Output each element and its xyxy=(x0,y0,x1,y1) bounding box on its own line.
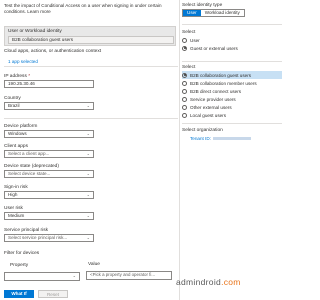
select-organization: Select organization Tenant ID: xyxy=(182,128,282,142)
radio-circle xyxy=(182,72,187,78)
client-apps-placeholder: Select a client app... xyxy=(8,151,50,156)
sp-risk-select[interactable]: Select service principal risk... ⌄ xyxy=(4,234,94,242)
radio-label: User xyxy=(190,37,200,43)
reset-button[interactable]: Reset xyxy=(38,290,68,298)
radio-b2b-direct-connect[interactable]: B2B direct connect users xyxy=(182,87,282,95)
chevron-down-icon: ⌄ xyxy=(86,235,90,240)
filter-value-header: Value xyxy=(88,262,100,267)
organization-label: Select organization xyxy=(182,128,223,133)
radio-circle xyxy=(182,45,187,51)
device-state-placeholder: Select device state... xyxy=(8,171,51,176)
select-user-type: Select User Guest or external users xyxy=(182,30,282,52)
radio-label: Local guest users xyxy=(190,112,227,118)
radio-circle xyxy=(182,96,187,102)
sp-risk-field: Service principal risk Select service pr… xyxy=(4,228,94,242)
divider xyxy=(182,24,282,25)
watermark-text: admindroid xyxy=(176,277,222,287)
identity-label: User or Workload identity xyxy=(8,29,62,34)
divider xyxy=(182,61,282,62)
watermark-logo: admindroid.com xyxy=(176,277,241,287)
filter-property-header: Property xyxy=(10,263,29,268)
watermark-suffix: .com xyxy=(221,277,241,287)
radio-label: B2B collaboration member users xyxy=(190,80,257,86)
tenant-link[interactable]: Tenant ID: xyxy=(190,136,282,142)
country-field: Country Brazil ⌄ xyxy=(4,96,94,110)
radio-b2b-member[interactable]: B2B collaboration member users xyxy=(182,79,282,87)
device-platform-field: Device platform Windows ⌄ xyxy=(4,124,94,138)
user-risk-select[interactable]: Medium ⌄ xyxy=(4,212,94,220)
chevron-down-icon: ⌄ xyxy=(86,131,90,136)
radio-label: Other external users xyxy=(190,104,232,110)
radio-user[interactable]: User xyxy=(182,36,282,44)
country-select[interactable]: Brazil ⌄ xyxy=(4,102,94,110)
cloud-apps-field: Cloud apps, actions, or authentication c… xyxy=(4,49,176,64)
radio-service-provider[interactable]: Service provider users xyxy=(182,95,282,103)
identity-value[interactable]: B2B collaboration guest users xyxy=(8,36,174,44)
pane-divider xyxy=(179,0,180,300)
device-platform-value: Windows xyxy=(8,131,27,136)
redacted-tenant-id xyxy=(212,137,251,141)
toggle-user[interactable]: User xyxy=(183,10,201,16)
radio-other-external[interactable]: Other external users xyxy=(182,103,282,111)
client-apps-field: Client apps Select a client app... ⌄ xyxy=(4,144,94,158)
chevron-down-icon: ⌄ xyxy=(86,151,90,156)
radio-circle xyxy=(182,80,187,86)
filter-value-input[interactable]: <Pick a property and operator fi... xyxy=(86,271,172,280)
radio-label: B2B direct connect users xyxy=(190,88,242,94)
radio-label: B2B collaboration guest users xyxy=(190,72,252,78)
chevron-down-icon: ⌄ xyxy=(86,103,90,108)
client-apps-select[interactable]: Select a client app... ⌄ xyxy=(4,150,94,158)
identity-type-toggle[interactable]: User Workload identity xyxy=(182,9,245,17)
device-state-field: Device state (deprecated) Select device … xyxy=(4,164,94,178)
device-state-select[interactable]: Select device state... ⌄ xyxy=(4,170,94,178)
cloud-apps-link[interactable]: 1 app selected xyxy=(8,59,176,64)
filter-devices-label: Filter for devices xyxy=(4,251,40,256)
ip-label: IP address xyxy=(4,74,27,79)
signin-risk-field: Sign-in risk High ⌄ xyxy=(4,185,94,199)
radio-circle xyxy=(182,88,187,94)
sp-risk-placeholder: Select service principal risk... xyxy=(8,235,68,240)
identity-panel: Select identity type User Workload ident… xyxy=(182,0,282,300)
signin-risk-select[interactable]: High ⌄ xyxy=(4,191,94,199)
select-guest-type: Select B2B collaboration guest users B2B… xyxy=(182,65,282,119)
chevron-down-icon: ⌄ xyxy=(86,213,90,218)
device-platform-select[interactable]: Windows ⌄ xyxy=(4,130,94,138)
chevron-down-icon: ⌄ xyxy=(72,273,76,278)
what-if-form: Test the impact of Conditional Access on… xyxy=(4,0,178,300)
signin-risk-value: High xyxy=(8,192,18,197)
radio-guest-external[interactable]: Guest or external users xyxy=(182,44,282,52)
radio-circle xyxy=(182,104,187,110)
what-if-button[interactable]: What If xyxy=(4,290,34,298)
radio-circle xyxy=(182,112,187,118)
radio-circle xyxy=(182,37,187,43)
cloud-apps-label: Cloud apps, actions, or authentication c… xyxy=(4,49,102,54)
tenant-id-label: Tenant ID: xyxy=(190,136,211,141)
identity-selector[interactable]: User or Workload identity B2B collaborat… xyxy=(4,26,176,46)
chevron-down-icon: ⌄ xyxy=(86,192,90,197)
radio-b2b-guest[interactable]: B2B collaboration guest users xyxy=(182,71,282,79)
user-risk-value: Medium xyxy=(8,213,25,218)
ip-input[interactable]: 190.25.30.46 xyxy=(4,80,94,88)
divider xyxy=(4,66,178,67)
filter-devices-field: Filter for devices xyxy=(4,251,94,257)
radio-label: Guest or external users xyxy=(190,45,238,51)
divider xyxy=(182,123,282,124)
intro-text: Test the impact of Conditional Access on… xyxy=(4,3,162,14)
toggle-workload-identity[interactable]: Workload identity xyxy=(201,10,244,16)
radio-local-guest[interactable]: Local guest users xyxy=(182,111,282,119)
divider xyxy=(4,118,178,119)
filter-property-select[interactable]: ⌄ xyxy=(4,272,80,281)
chevron-down-icon: ⌄ xyxy=(86,171,90,176)
country-value: Brazil xyxy=(8,103,20,108)
radio-label: Service provider users xyxy=(190,96,236,102)
user-risk-field: User risk Medium ⌄ xyxy=(4,206,94,220)
ip-field: IP address * 190.25.30.46 xyxy=(4,74,94,88)
